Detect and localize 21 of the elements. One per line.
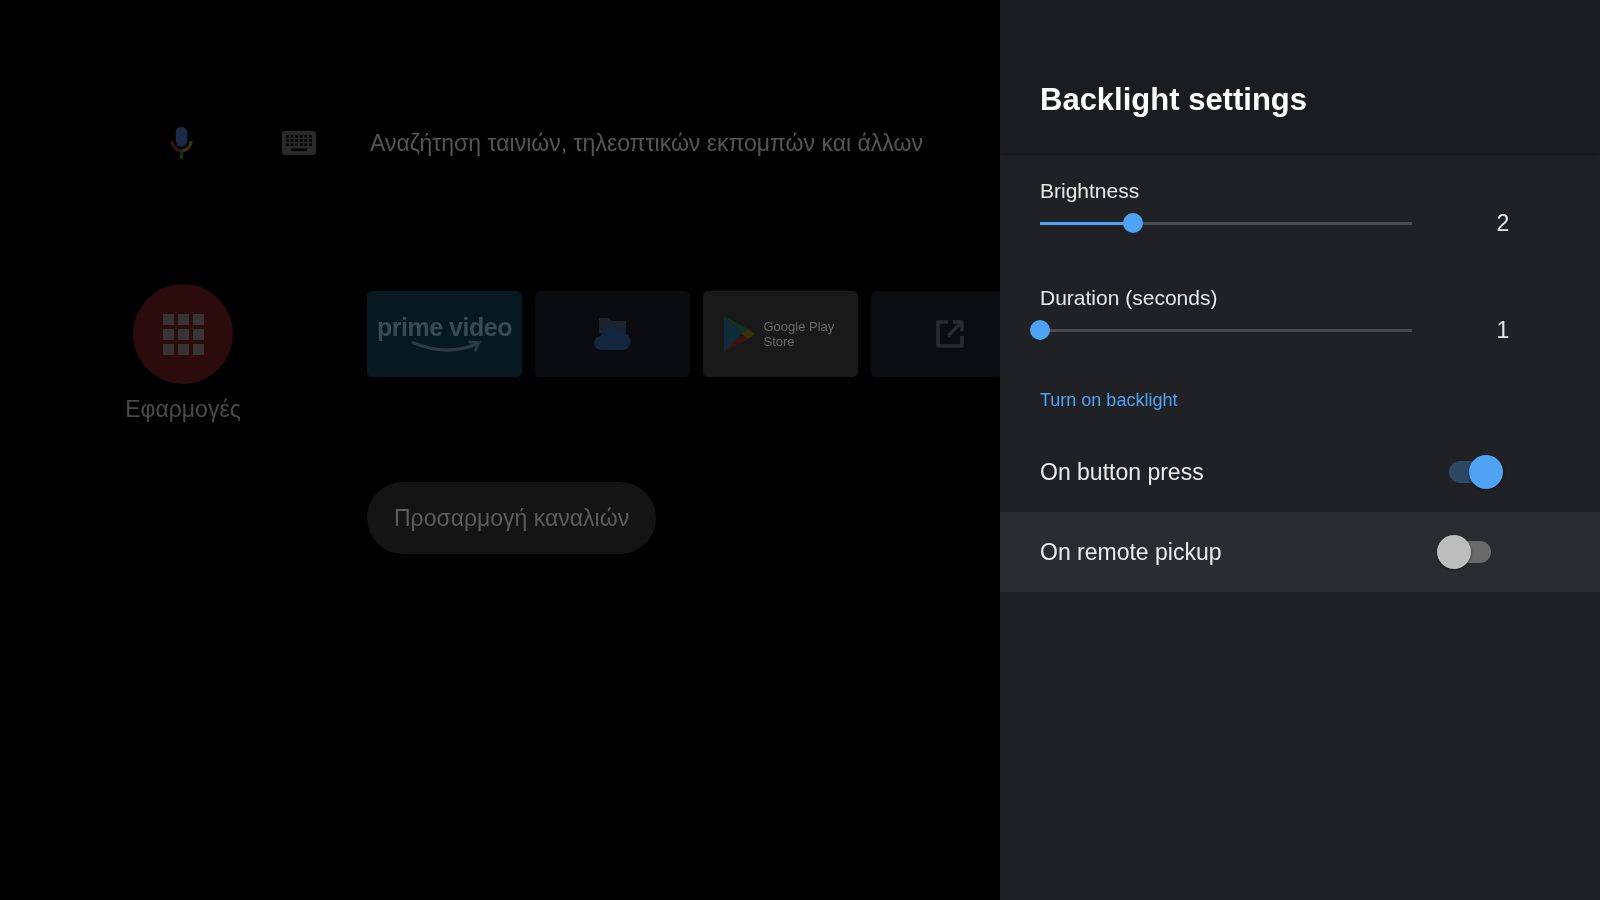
search-field[interactable]: Αναζήτηση ταινιών, τηλεοπτικών εκπομπών και άλλων [370,129,960,157]
slider-label: Duration (seconds) [1040,286,1218,310]
app-tile[interactable] [535,291,690,377]
app-tile[interactable] [871,291,1000,377]
settings-row[interactable]: On button press [1000,432,1600,512]
panel-title: Backlight settings [1040,82,1307,118]
setting-label: On remote pickup [1040,538,1222,566]
setting-label: On button press [1040,458,1204,486]
play-triangle-icon [721,315,756,353]
slider-value: 1 [1495,317,1511,343]
customize-channels-button[interactable]: Προσαρμογή καναλιών [367,482,657,554]
slider-thumb[interactable] [1030,320,1050,340]
external-link-icon [935,319,965,349]
section-header: Turn on backlight [1040,389,1178,411]
settings-row[interactable]: On remote pickup [1000,512,1600,592]
slider-thumb[interactable] [1123,213,1143,233]
slider-label: Brightness [1040,179,1140,203]
app-tile[interactable]: Google Play Store [703,291,858,377]
slider-value: 2 [1495,210,1511,236]
apps-label: Εφαρμογές [125,396,241,423]
grid-icon [162,313,204,355]
